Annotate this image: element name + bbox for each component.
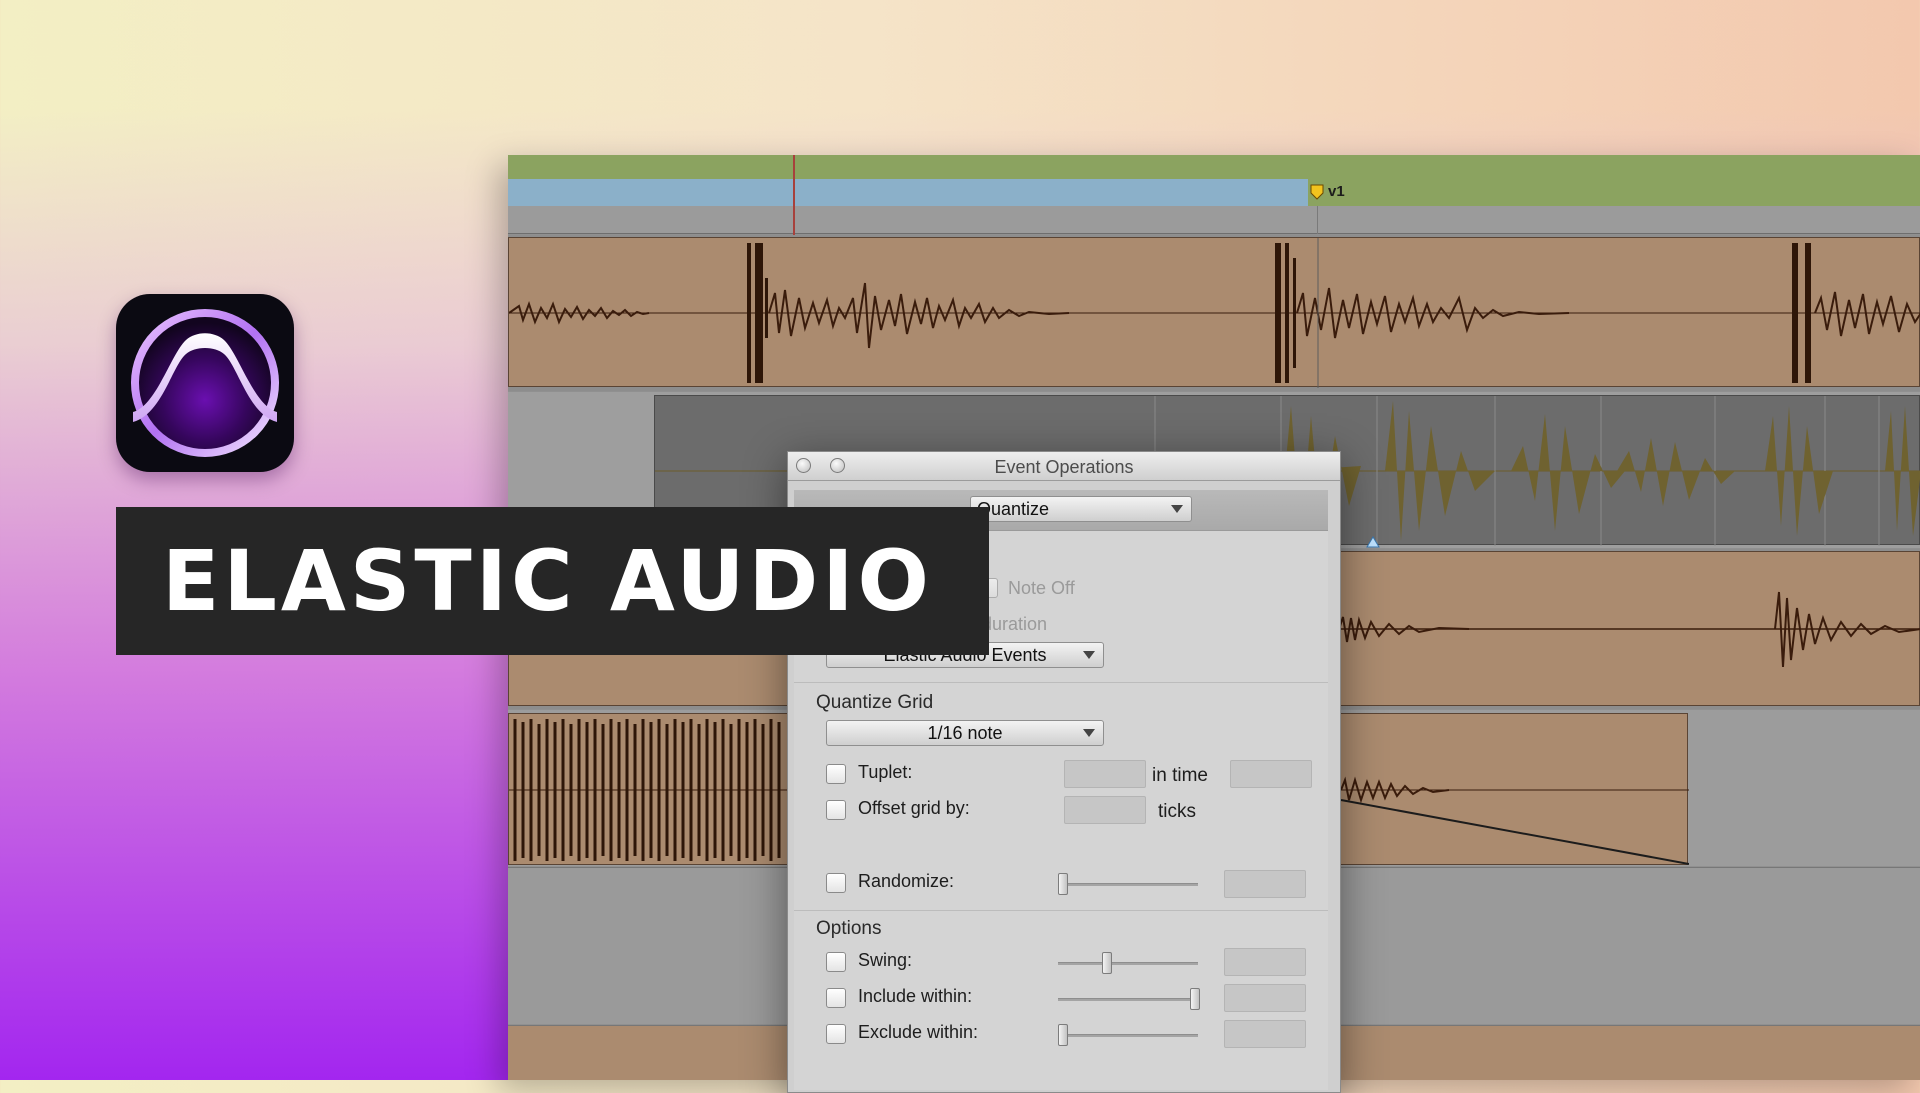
- in-time-label: in time: [1152, 765, 1208, 786]
- warp-marker-icon[interactable]: [1366, 535, 1380, 548]
- page-title: ELASTIC AUDIO: [162, 532, 933, 630]
- randomize-slider-knob[interactable]: [1058, 873, 1068, 895]
- randomize-label: Randomize:: [858, 871, 955, 891]
- ruler-bar-top: [508, 155, 1920, 179]
- empty-ruler: [508, 206, 1920, 234]
- chevron-down-icon: [1171, 505, 1183, 513]
- marker-flag-icon[interactable]: [1310, 184, 1324, 200]
- exclude-within-checkbox[interactable]: [826, 1024, 846, 1044]
- randomize-checkbox[interactable]: [826, 873, 846, 893]
- quantize-grid-label: Quantize Grid: [816, 692, 934, 713]
- include-within-label: Include within:: [858, 986, 973, 1006]
- swing-label: Swing:: [858, 950, 913, 970]
- offset-grid-label: Offset grid by:: [858, 798, 970, 818]
- include-within-field[interactable]: [1224, 984, 1306, 1012]
- exclude-within-field[interactable]: [1224, 1020, 1306, 1048]
- exclude-within-slider[interactable]: [1058, 1034, 1198, 1037]
- marker-line: [1317, 206, 1318, 234]
- grid-value-select[interactable]: 1/16 note: [826, 720, 1104, 746]
- chevron-down-icon: [1083, 651, 1095, 659]
- randomize-slider[interactable]: [1058, 883, 1198, 886]
- marker-ruler[interactable]: [508, 179, 1308, 206]
- offset-grid-field[interactable]: [1064, 796, 1146, 824]
- dialog-titlebar[interactable]: Event Operations: [788, 452, 1340, 481]
- operation-select[interactable]: Quantize: [970, 496, 1192, 522]
- playhead-line: [793, 155, 795, 235]
- section-divider: [794, 910, 1328, 911]
- ticks-label: ticks: [1158, 801, 1196, 822]
- offset-grid-checkbox[interactable]: [826, 800, 846, 820]
- grid-value: 1/16 note: [927, 723, 1003, 743]
- swing-field[interactable]: [1224, 948, 1306, 976]
- tuplet-label: Tuplet:: [858, 762, 913, 782]
- duration-label: duration: [982, 614, 1048, 634]
- chevron-down-icon: [1083, 729, 1095, 737]
- include-within-slider-knob[interactable]: [1190, 988, 1200, 1010]
- section-divider: [794, 682, 1328, 683]
- marker-label: v1: [1328, 183, 1345, 200]
- tuplet-field[interactable]: [1064, 760, 1146, 788]
- exclude-within-slider-knob[interactable]: [1058, 1024, 1068, 1046]
- swing-checkbox[interactable]: [826, 952, 846, 972]
- swing-slider-knob[interactable]: [1102, 952, 1112, 974]
- logo-graphic: [131, 309, 279, 457]
- audio-clip-track-1[interactable]: [508, 237, 1920, 388]
- include-within-slider[interactable]: [1058, 998, 1198, 1001]
- options-label: Options: [816, 918, 882, 939]
- note-off-label: Note Off: [1008, 578, 1075, 598]
- dialog-title: Event Operations: [994, 457, 1134, 477]
- tuplet-checkbox[interactable]: [826, 764, 846, 784]
- waveform-track-1: [508, 238, 1920, 388]
- pro-tools-logo-icon: [116, 294, 294, 472]
- in-time-field[interactable]: [1230, 760, 1312, 788]
- marker-ruler-green: [1308, 179, 1920, 206]
- swing-slider[interactable]: [1058, 962, 1198, 965]
- randomize-field[interactable]: [1224, 870, 1306, 898]
- title-banner: ELASTIC AUDIO: [116, 507, 989, 655]
- exclude-within-label: Exclude within:: [858, 1022, 979, 1042]
- include-within-checkbox[interactable]: [826, 988, 846, 1008]
